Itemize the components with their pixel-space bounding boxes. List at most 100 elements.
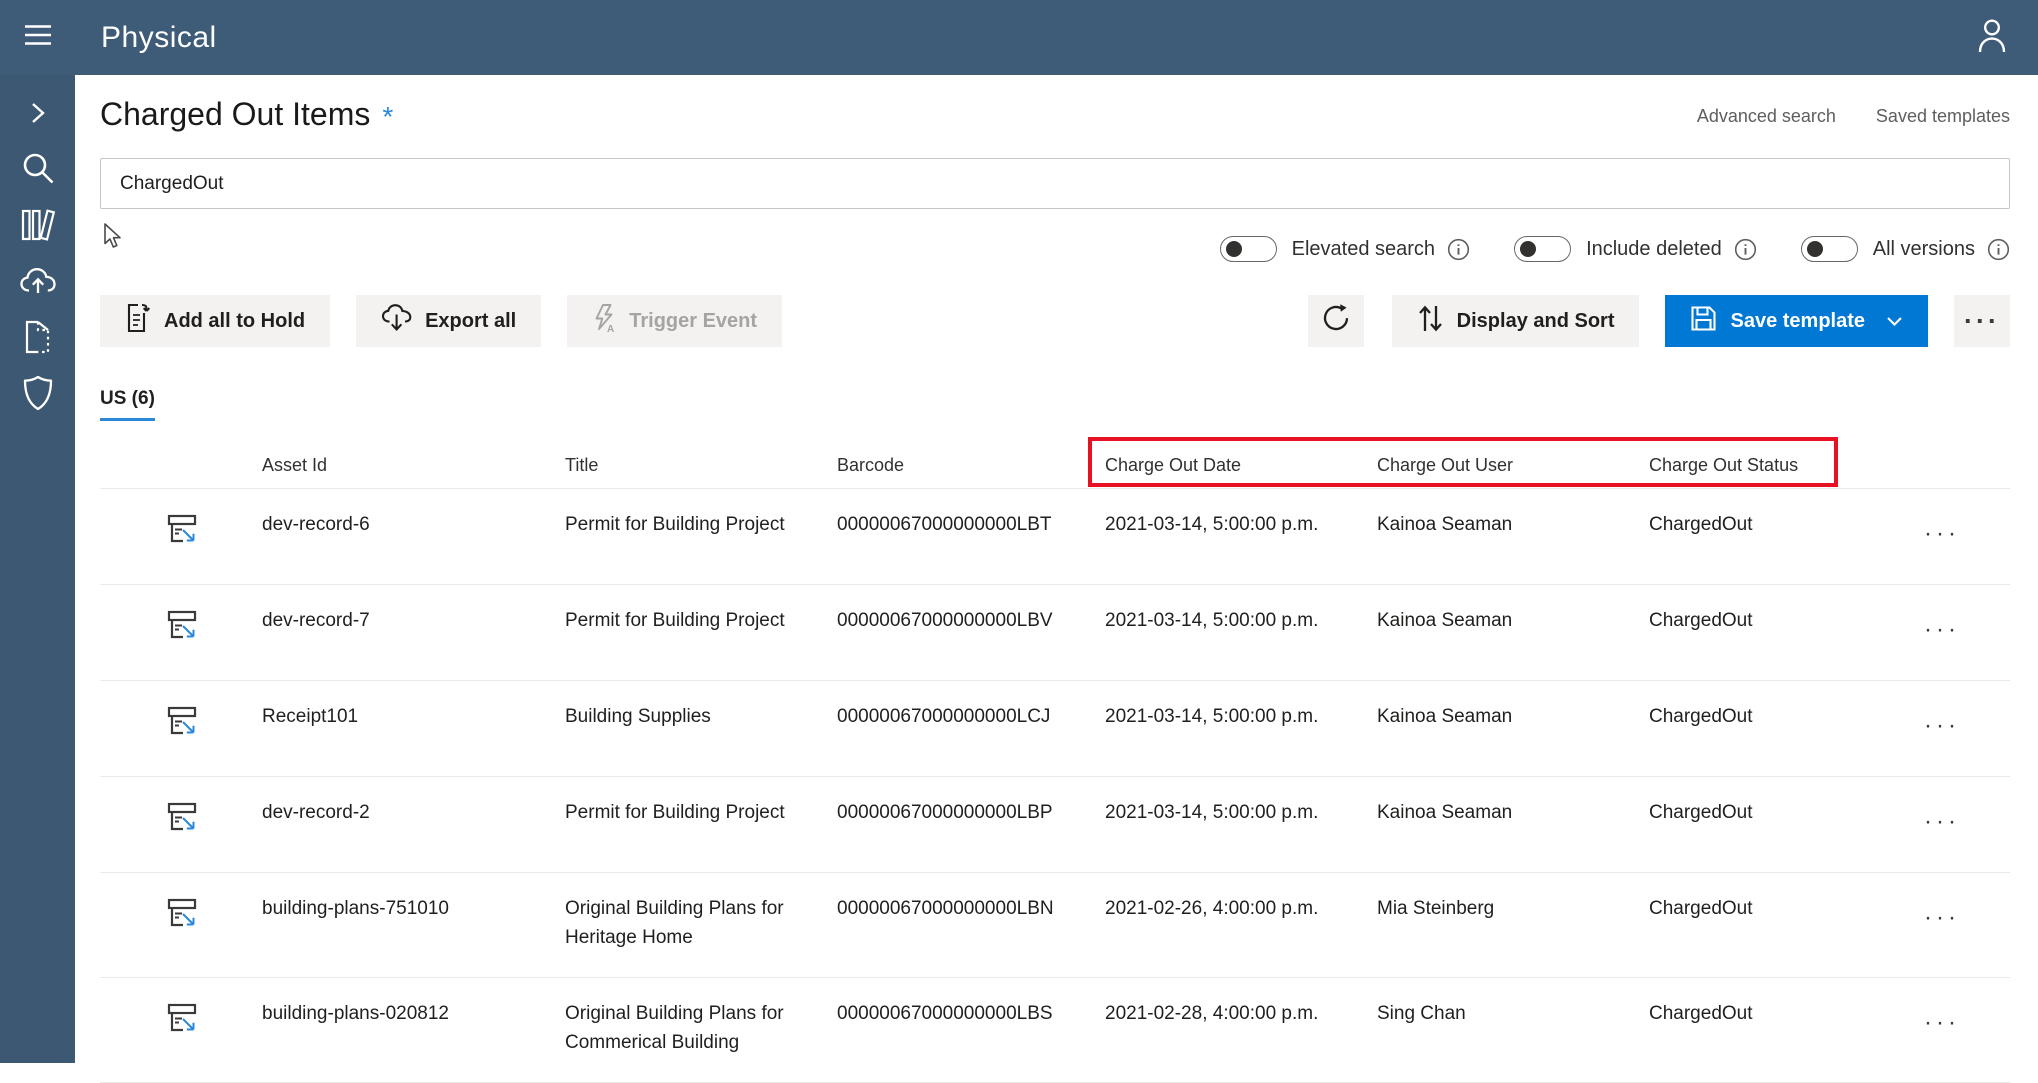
cell-charge-out-status: ChargedOut [1649,798,1849,847]
user-account-button[interactable] [1974,16,2010,59]
column-header-barcode[interactable]: Barcode [837,455,1105,476]
top-app-bar: Physical [0,0,2038,75]
cell-barcode: 00000067000000000LBS [837,999,1105,1057]
sidebar-item-security[interactable] [0,367,75,423]
row-more-button[interactable]: ··· [1849,894,2010,952]
search-icon [20,151,56,192]
ellipsis-icon: ··· [1924,1009,1960,1036]
ellipsis-icon: ··· [1924,520,1960,547]
cell-asset-id: building-plans-751010 [240,894,565,952]
cloud-upload-icon [19,266,57,301]
export-all-button[interactable]: Export all [356,295,541,347]
charged-out-record-icon[interactable] [162,630,202,651]
cell-charge-out-date: 2021-03-14, 5:00:00 p.m. [1105,702,1377,751]
cell-barcode: 00000067000000000LBN [837,894,1105,952]
column-header-charge-out-status[interactable]: Charge Out Status [1649,455,1849,476]
save-icon [1690,305,1717,338]
results-table-body: dev-record-6 Permit for Building Project… [100,488,2010,1083]
cell-asset-id: dev-record-6 [240,510,565,559]
library-icon [20,208,56,247]
elevated-search-toggle[interactable] [1220,236,1277,262]
save-template-label: Save template [1730,310,1865,333]
cell-barcode: 00000067000000000LCJ [837,702,1105,751]
row-more-button[interactable]: ··· [1849,999,2010,1057]
info-icon[interactable] [1447,238,1470,261]
left-nav-sidebar [0,75,75,1063]
cell-charge-out-user: Mia Steinberg [1377,894,1649,952]
sidebar-item-library[interactable] [0,199,75,255]
refresh-icon [1321,303,1351,339]
actions-toolbar: Add all to Hold Export all A Trigger Eve… [100,295,2010,347]
table-row[interactable]: building-plans-751010 Original Building … [100,872,2010,977]
info-icon[interactable] [1734,238,1757,261]
column-header-title[interactable]: Title [565,455,837,476]
save-template-button[interactable]: Save template [1665,295,1928,347]
sidebar-item-upload[interactable] [0,255,75,311]
cloud-download-icon [381,304,412,338]
charged-out-record-icon[interactable] [162,822,202,843]
row-more-button[interactable]: ··· [1849,798,2010,847]
column-header-asset-id[interactable]: Asset Id [240,455,565,476]
include-deleted-label: Include deleted [1586,238,1722,261]
charged-out-record-icon[interactable] [162,1023,202,1044]
app-title: Physical [101,21,217,55]
sidebar-item-search[interactable] [0,143,75,199]
more-actions-button[interactable]: ··· [1954,295,2010,347]
advanced-search-link[interactable]: Advanced search [1697,106,1836,127]
cell-barcode: 00000067000000000LBP [837,798,1105,847]
table-row[interactable]: building-plans-020812 Original Building … [100,977,2010,1083]
column-header-charge-out-date[interactable]: Charge Out Date [1105,455,1377,476]
expand-sidebar-button[interactable] [0,87,75,143]
toggle-knob [1226,241,1242,257]
ellipsis-icon: ··· [1924,616,1960,643]
toggle-knob [1520,241,1536,257]
add-all-to-hold-button[interactable]: Add all to Hold [100,295,330,347]
cell-title: Building Supplies [565,702,837,751]
row-more-button[interactable]: ··· [1849,702,2010,751]
trigger-event-button[interactable]: A Trigger Event [567,295,782,347]
tab-us-results[interactable]: US (6) [100,388,155,421]
cell-charge-out-user: Kainoa Seaman [1377,606,1649,655]
row-more-button[interactable]: ··· [1849,510,2010,559]
unsaved-asterisk: * [382,101,393,133]
include-deleted-toggle[interactable] [1514,236,1571,262]
all-versions-toggle[interactable] [1801,236,1858,262]
search-input[interactable] [100,158,2010,209]
export-all-label: Export all [425,310,516,333]
cell-title: Original Building Plans for Commerical B… [565,999,837,1057]
hamburger-menu-button[interactable] [0,0,75,75]
sidebar-item-documents[interactable] [0,311,75,367]
cell-charge-out-user: Sing Chan [1377,999,1649,1057]
cell-title: Permit for Building Project [565,510,837,559]
cell-charge-out-user: Kainoa Seaman [1377,798,1649,847]
cell-barcode: 00000067000000000LBT [837,510,1105,559]
row-more-button[interactable]: ··· [1849,606,2010,655]
info-icon[interactable] [1987,238,2010,261]
ellipsis-icon: ··· [1924,904,1960,931]
charged-out-record-icon[interactable] [162,534,202,555]
hamburger-icon [23,23,53,52]
refresh-button[interactable] [1308,295,1364,347]
cell-charge-out-date: 2021-02-28, 4:00:00 p.m. [1105,999,1377,1057]
page-title: Charged Out Items [100,96,370,133]
charged-out-record-icon[interactable] [162,726,202,747]
table-row[interactable]: dev-record-6 Permit for Building Project… [100,488,2010,584]
chevron-right-icon [29,101,47,130]
lightning-icon: A [592,303,616,339]
elevated-search-toggle-group: Elevated search [1220,236,1470,262]
table-row[interactable]: dev-record-2 Permit for Building Project… [100,776,2010,872]
saved-templates-link[interactable]: Saved templates [1876,106,2010,127]
column-header-charge-out-user[interactable]: Charge Out User [1377,455,1649,476]
search-options-row: Elevated search Include deleted All vers… [100,236,2010,262]
cell-asset-id: building-plans-020812 [240,999,565,1057]
main-content: Charged Out Items * Advanced search Save… [75,75,2038,1063]
display-and-sort-button[interactable]: Display and Sort [1392,295,1640,347]
table-row[interactable]: Receipt101 Building Supplies 00000067000… [100,680,2010,776]
table-header-row: Asset Id Title Barcode Charge Out Date C… [100,442,2010,488]
charged-out-record-icon[interactable] [162,918,202,939]
table-row[interactable]: dev-record-7 Permit for Building Project… [100,584,2010,680]
include-deleted-toggle-group: Include deleted [1514,236,1757,262]
all-versions-toggle-group: All versions [1801,236,2010,262]
cell-charge-out-status: ChargedOut [1649,606,1849,655]
cell-charge-out-user: Kainoa Seaman [1377,702,1649,751]
